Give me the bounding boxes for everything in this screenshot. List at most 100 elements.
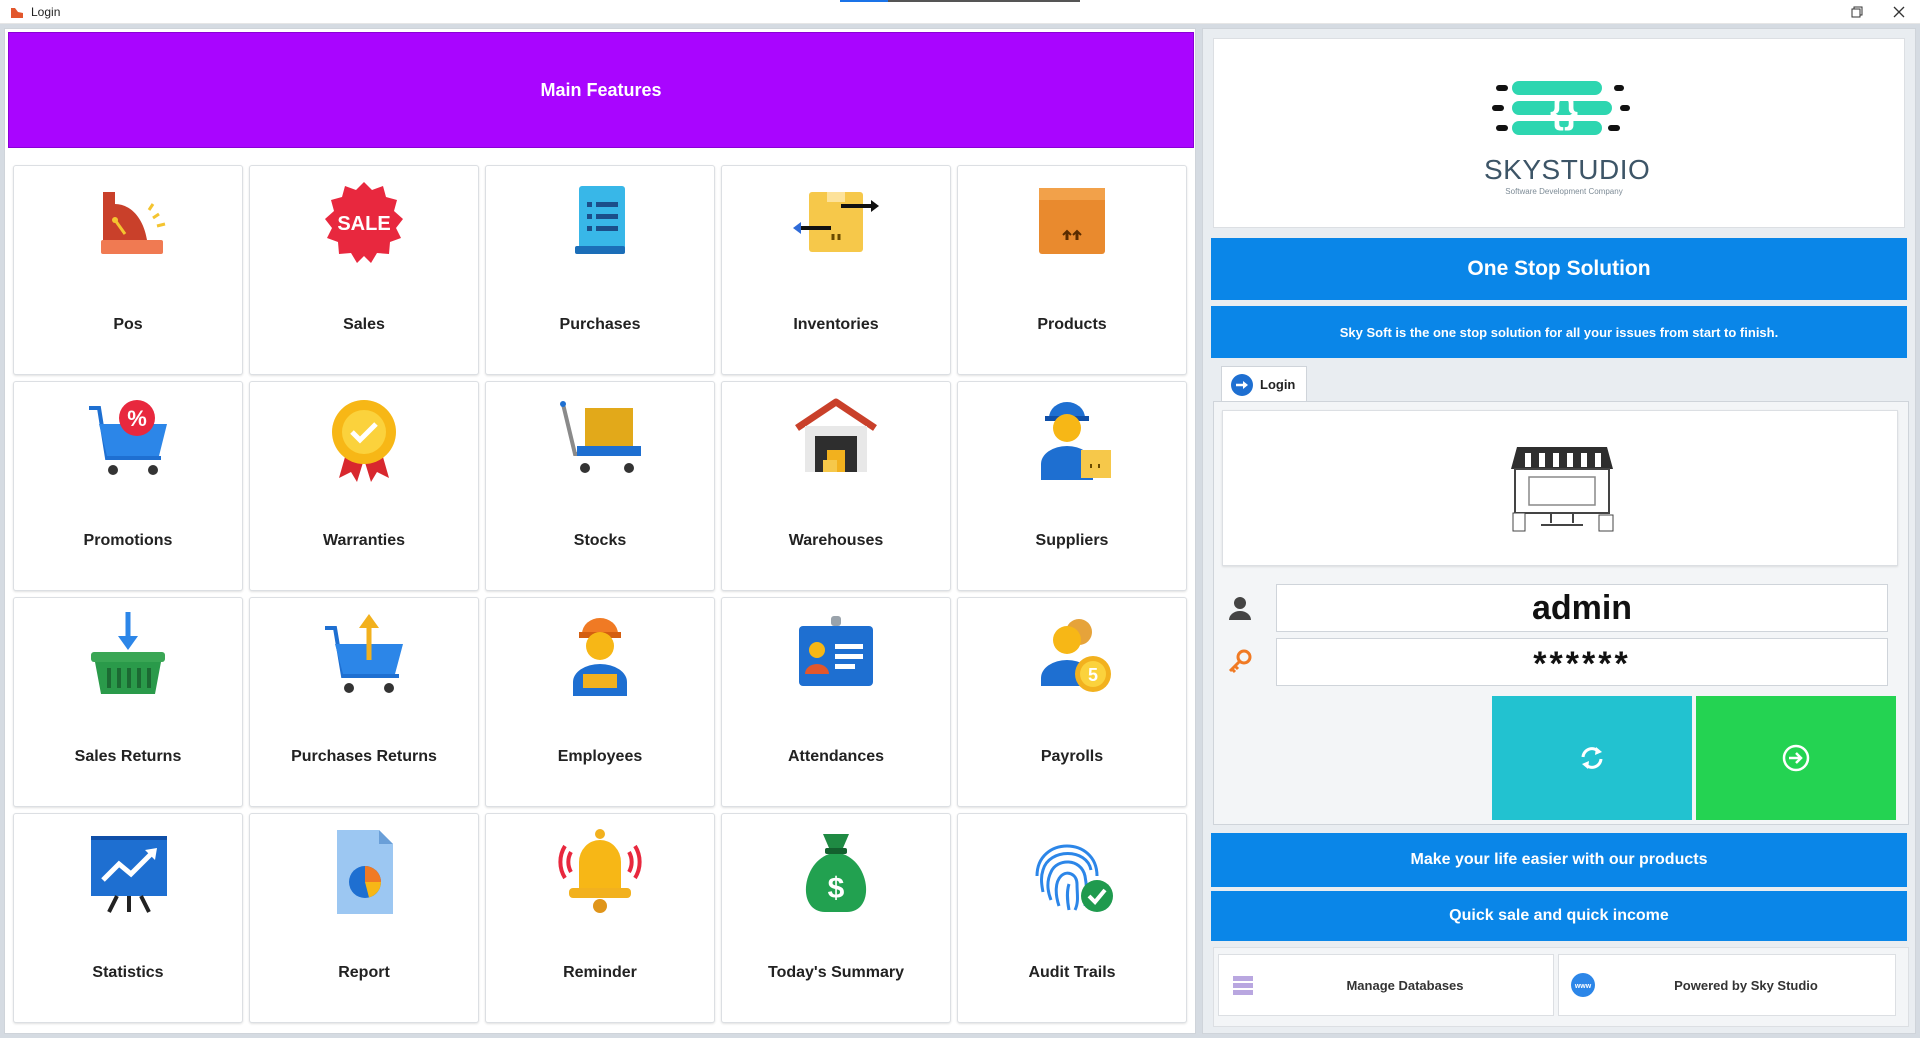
feature-tile-sales[interactable]: SALE Sales: [249, 165, 479, 375]
feature-tile-warehouses[interactable]: Warehouses: [721, 381, 951, 591]
feature-tile-employees[interactable]: Employees: [485, 597, 715, 807]
chart-board-icon: [91, 836, 167, 913]
app-icon: [11, 8, 23, 18]
feature-label: Products: [1037, 316, 1107, 333]
slogan-bar-1: Make your life easier with our products: [1211, 833, 1907, 887]
login-form: admin ******: [1213, 401, 1909, 825]
manage-databases-label: Manage Databases: [1346, 977, 1464, 993]
brand-tagline: Software Development Company: [1505, 187, 1623, 196]
svg-text:$: $: [828, 872, 845, 905]
report-pie-icon: [337, 830, 393, 914]
database-icon: [1233, 976, 1253, 995]
feature-tile-report[interactable]: Report: [249, 813, 479, 1023]
restore-button[interactable]: [1846, 2, 1868, 22]
feature-label: Pos: [113, 316, 143, 333]
worker-icon: [573, 618, 627, 696]
cart-discount-icon: %: [89, 400, 167, 475]
feature-label: Payrolls: [1040, 748, 1104, 765]
feature-tile-pos[interactable]: Pos: [13, 165, 243, 375]
feature-tile-stocks[interactable]: Stocks: [485, 381, 715, 591]
award-ribbon-icon: [332, 400, 396, 482]
feature-tile-warranties[interactable]: Warranties: [249, 381, 479, 591]
package-box-icon: [1039, 188, 1105, 254]
online-store-icon: [1511, 447, 1614, 532]
manage-databases-button[interactable]: Manage Databases: [1218, 954, 1554, 1016]
feature-label: Warranties: [322, 532, 406, 549]
main-features-panel: Main Features Pos SALE Sales Purchases I…: [4, 28, 1196, 1034]
id-badge-icon: [799, 616, 873, 686]
sale-badge-icon: SALE: [325, 182, 403, 263]
close-icon: [1893, 6, 1905, 18]
close-button[interactable]: [1888, 2, 1910, 22]
feature-label: Today's Summary: [768, 964, 904, 981]
refresh-button[interactable]: [1492, 696, 1692, 820]
feature-tile-attendances[interactable]: Attendances: [721, 597, 951, 807]
feature-label: Warehouses: [788, 532, 884, 549]
feature-label: Suppliers: [1035, 532, 1109, 549]
feature-tile-payrolls[interactable]: 5 Payrolls: [957, 597, 1187, 807]
feature-label: Sales Returns: [74, 748, 182, 765]
feature-tile-todays-summary[interactable]: $ Today's Summary: [721, 813, 951, 1023]
brand-logo-box: {} SKYSTUDIO Software Development Compan…: [1213, 38, 1905, 228]
www-globe-icon: www: [1571, 973, 1595, 997]
footer-bar: Manage Databases www Powered by Sky Stud…: [1213, 947, 1909, 1027]
cart-return-icon: [325, 614, 403, 693]
restore-icon: [1851, 6, 1863, 18]
headline-bar: One Stop Solution: [1211, 238, 1907, 300]
feature-tile-promotions[interactable]: % Promotions: [13, 381, 243, 591]
sign-in-icon: [1782, 744, 1810, 772]
svg-text:%: %: [127, 406, 147, 431]
tab-login-label: Login: [1260, 377, 1296, 392]
feature-label: Employees: [557, 748, 643, 765]
feature-label: Stocks: [573, 532, 627, 549]
powered-by-label: Powered by Sky Studio: [1674, 977, 1818, 993]
svg-text:5: 5: [1088, 665, 1098, 685]
feature-label: Sales: [343, 316, 385, 333]
brand-name: SKYSTUDIO: [1484, 154, 1651, 185]
feature-label: Statistics: [92, 964, 164, 981]
feature-tile-suppliers[interactable]: Suppliers: [957, 381, 1187, 591]
feature-tile-audit-trails[interactable]: Audit Trails: [957, 813, 1187, 1023]
svg-text:www: www: [1574, 983, 1592, 990]
store-illustration-box: [1222, 410, 1898, 566]
login-arrow-icon: [1231, 373, 1253, 396]
feature-tile-sales-returns[interactable]: Sales Returns: [13, 597, 243, 807]
fingerprint-check-icon: [1035, 844, 1113, 912]
svg-text:SALE: SALE: [337, 213, 390, 235]
username-field[interactable]: admin: [1276, 584, 1888, 632]
feature-tile-purchases[interactable]: Purchases: [485, 165, 715, 375]
svg-text:{}: {}: [1550, 90, 1578, 131]
refresh-icon: [1581, 747, 1603, 769]
feature-tile-reminder[interactable]: Reminder: [485, 813, 715, 1023]
feature-label: Promotions: [83, 532, 173, 549]
feature-tile-statistics[interactable]: Statistics: [13, 813, 243, 1023]
window-title: Login: [31, 5, 61, 19]
feature-tile-products[interactable]: Products: [957, 165, 1187, 375]
feature-label: Audit Trails: [1028, 964, 1116, 981]
login-button[interactable]: [1696, 696, 1896, 820]
list-document-icon: [575, 186, 625, 254]
feature-label: Purchases Returns: [291, 748, 437, 765]
feature-label: Attendances: [787, 748, 885, 765]
people-coin-icon: 5: [1041, 619, 1111, 692]
money-bag-icon: $: [805, 834, 867, 912]
app-body: Main Features Pos SALE Sales Purchases I…: [0, 24, 1920, 1038]
delivery-person-icon: [1041, 402, 1111, 480]
basket-return-icon: [91, 612, 165, 694]
feature-label: Inventories: [793, 316, 879, 333]
window-titlebar: Login: [0, 0, 1920, 24]
tab-login[interactable]: Login: [1221, 366, 1307, 402]
key-icon: [1228, 649, 1252, 674]
feature-tile-inventories[interactable]: Inventories: [721, 165, 951, 375]
hand-truck-icon: [560, 401, 641, 473]
bell-icon: [558, 829, 642, 913]
password-field[interactable]: ******: [1276, 638, 1888, 686]
box-transfer-icon: [793, 192, 879, 252]
title-indicator-accent: [840, 0, 888, 2]
powered-by-link[interactable]: www Powered by Sky Studio: [1558, 954, 1896, 1016]
feature-tile-purchases-returns[interactable]: Purchases Returns: [249, 597, 479, 807]
feature-label: Purchases: [559, 316, 641, 333]
login-side-panel: {} SKYSTUDIO Software Development Compan…: [1202, 28, 1916, 1034]
skystudio-logo-icon: {}: [1492, 81, 1630, 135]
feature-grid: Pos SALE Sales Purchases Inventories Pro…: [13, 165, 1193, 1029]
